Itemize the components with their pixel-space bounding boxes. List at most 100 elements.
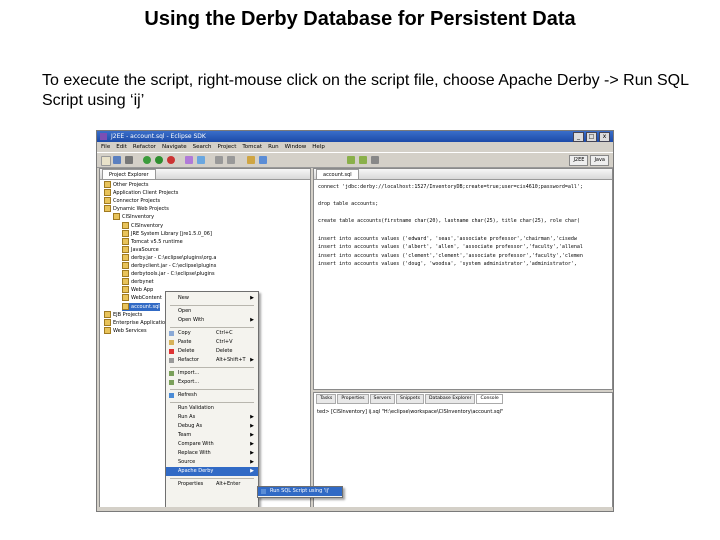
- forward-icon[interactable]: [227, 156, 235, 164]
- tree-item[interactable]: EJB Projects: [104, 310, 143, 319]
- perspective-java[interactable]: Java: [590, 155, 609, 166]
- folder-icon: [104, 181, 111, 188]
- script-icon: [261, 489, 266, 494]
- status-bar: [97, 507, 613, 511]
- tab-snippets[interactable]: Snippets: [396, 394, 424, 404]
- menu-file[interactable]: File: [101, 144, 110, 150]
- tree-item-label: Tomcat v5.5 runtime: [131, 238, 183, 245]
- run-sql-script-item[interactable]: Run SQL Script using 'ij': [258, 487, 342, 496]
- folder-icon: [122, 221, 129, 229]
- tree-item[interactable]: Application Client Projects: [104, 189, 178, 197]
- menu-item-shortcut: Delete: [216, 348, 233, 354]
- maximize-button[interactable]: □: [586, 132, 597, 142]
- tree-item[interactable]: WebContent: [122, 294, 162, 302]
- tree-item[interactable]: CISInventory: [122, 221, 163, 230]
- menu-item-copy[interactable]: Copy Ctrl+C: [166, 329, 258, 338]
- menu-help[interactable]: Help: [312, 144, 325, 150]
- tree-item[interactable]: Other Projects: [104, 181, 149, 189]
- print-icon[interactable]: [125, 156, 133, 164]
- back-icon[interactable]: [215, 156, 223, 164]
- tree-item[interactable]: Connector Projects: [104, 197, 160, 205]
- menu-item-run-as[interactable]: Run As ▶: [166, 413, 258, 422]
- console-output: ted> [CISInventory] ij.sql "H:\eclipse\w…: [317, 409, 504, 415]
- menu-item-run-validation[interactable]: Run Validation: [166, 404, 258, 413]
- editor-code[interactable]: connect 'jdbc:derby://localhost:1527/Inv…: [318, 183, 583, 269]
- tree-item-label: Application Client Projects: [113, 190, 179, 197]
- menu-item-open[interactable]: Open: [166, 307, 258, 316]
- menu-item-apache-derby[interactable]: Apache Derby ▶: [166, 467, 258, 476]
- tab-servers[interactable]: Servers: [369, 394, 395, 404]
- code-line: insert into accounts values ('clement','…: [318, 252, 583, 259]
- last-edit-icon[interactable]: [371, 156, 379, 164]
- folder-icon: [104, 197, 111, 205]
- debug-icon[interactable]: [143, 156, 151, 164]
- tree-item[interactable]: Web App: [122, 286, 153, 294]
- menu-item-paste[interactable]: Paste Ctrl+V: [166, 338, 258, 347]
- editor-tab[interactable]: account.sql: [316, 169, 359, 179]
- menu-item-import[interactable]: Import...: [166, 369, 258, 378]
- menu-item-shortcut: Alt+Shift+T: [216, 357, 246, 363]
- menu-search[interactable]: Search: [193, 144, 212, 150]
- menu-item-team[interactable]: Team ▶: [166, 431, 258, 440]
- menu-run[interactable]: Run: [268, 144, 279, 150]
- menu-item-refactor[interactable]: Refactor Alt+Shift+T ▶: [166, 356, 258, 365]
- menu-item-source[interactable]: Source ▶: [166, 458, 258, 467]
- save-icon[interactable]: [113, 156, 121, 164]
- tab-database-explorer[interactable]: Database Explorer: [424, 394, 476, 404]
- tree-item[interactable]: Tomcat v5.5 runtime: [122, 237, 183, 246]
- close-button[interactable]: x: [599, 132, 610, 142]
- folder-icon: [122, 286, 129, 294]
- next-annotation-icon[interactable]: [347, 156, 355, 164]
- menu-window[interactable]: Window: [285, 144, 307, 150]
- external-tools-icon[interactable]: [167, 156, 175, 164]
- menu-item-compare-with[interactable]: Compare With ▶: [166, 440, 258, 449]
- code-line: insert into accounts values ('doug', 'wo…: [318, 261, 577, 268]
- tab-tasks[interactable]: Tasks: [316, 394, 337, 404]
- tree-item[interactable]: Dynamic Web Projects: [104, 205, 169, 213]
- menu-item-open-with[interactable]: Open With ▶: [166, 316, 258, 325]
- minimize-button[interactable]: _: [573, 132, 584, 142]
- menu-item-replace-with[interactable]: Replace With ▶: [166, 449, 258, 458]
- tree-item[interactable]: derbyclient.jar - C:\eclipse\plugins: [122, 262, 216, 270]
- database-icon[interactable]: [259, 156, 267, 164]
- tree-item[interactable]: derbytools.jar - C:\eclipse\plugins: [122, 270, 215, 278]
- menu-item-properties[interactable]: Properties Alt+Enter: [166, 480, 258, 489]
- tree-item[interactable]: account.sql: [122, 302, 160, 311]
- tree-item-label: Connector Projects: [113, 198, 161, 205]
- menu-refactor[interactable]: Refactor: [133, 144, 156, 150]
- tree-item[interactable]: derby.jar - C:\eclipse\plugins\org.a: [122, 253, 216, 262]
- window-titlebar[interactable]: J2EE - account.sql - Eclipse SDK _ □ x: [97, 131, 613, 142]
- menu-item-debug-as[interactable]: Debug As ▶: [166, 422, 258, 431]
- run-icon[interactable]: [155, 156, 163, 164]
- tree-item[interactable]: JRE System Library [jre1.5.0_06]: [122, 229, 212, 238]
- menu-item-refresh[interactable]: Refresh: [166, 391, 258, 400]
- tree-item[interactable]: derbynet: [122, 278, 154, 286]
- menu-item-label: Refresh: [178, 392, 197, 398]
- server-icon[interactable]: [247, 156, 255, 164]
- menu-item-delete[interactable]: Delete Delete: [166, 347, 258, 356]
- submenu-arrow-icon: ▶: [250, 459, 254, 465]
- tree-item[interactable]: Web Services: [104, 326, 147, 335]
- main-toolbar: J2EE Java: [97, 152, 613, 168]
- menu-item-export[interactable]: Export...: [166, 378, 258, 387]
- tab-console[interactable]: Console: [476, 394, 503, 404]
- perspective-j2ee[interactable]: J2EE: [569, 155, 589, 166]
- tree-item[interactable]: CISInventory: [113, 213, 154, 221]
- tab-properties[interactable]: Properties: [337, 394, 369, 404]
- menu-tomcat[interactable]: Tomcat: [242, 144, 262, 150]
- menu-navigate[interactable]: Navigate: [162, 144, 187, 150]
- sql-editor[interactable]: account.sql connect 'jdbc:derby://localh…: [313, 168, 613, 390]
- explorer-tab[interactable]: Project Explorer: [102, 169, 156, 179]
- previous-annotation-icon[interactable]: [359, 156, 367, 164]
- menu-project[interactable]: Project: [218, 144, 237, 150]
- menu-edit[interactable]: Edit: [116, 144, 127, 150]
- tree-item[interactable]: JavaSource: [122, 245, 159, 254]
- new-icon[interactable]: [101, 156, 111, 166]
- open-type-icon[interactable]: [185, 156, 193, 164]
- search-icon[interactable]: [197, 156, 205, 164]
- menu-item-new[interactable]: New ▶: [166, 294, 258, 303]
- tree-item-label: EJB Projects: [113, 311, 143, 318]
